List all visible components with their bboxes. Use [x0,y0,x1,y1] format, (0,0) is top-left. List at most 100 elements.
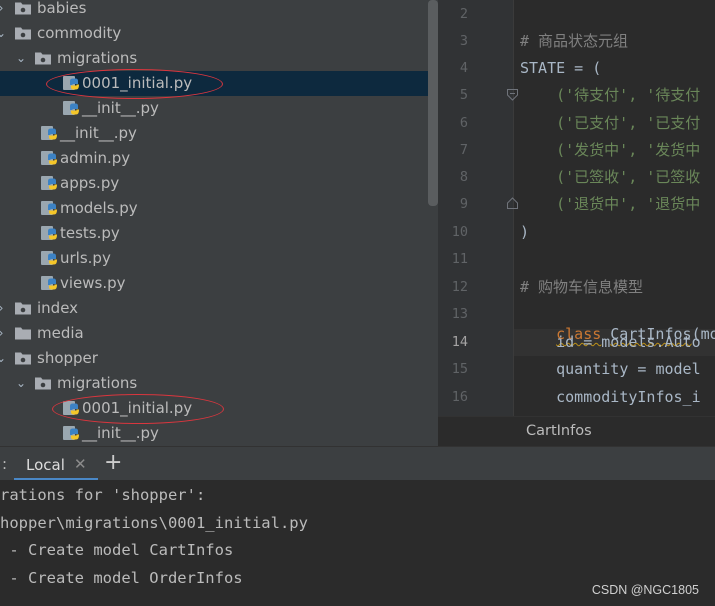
terminal-output[interactable]: rations for 'shopper': hopper\migrations… [0,480,715,606]
project-tree: ›babies⌄commodity⌄migrations0001_initial… [0,0,438,446]
chevron-down-icon[interactable]: ⌄ [0,24,8,42]
terminal-title-separator: : [2,455,8,473]
tree-item-label: views.py [60,274,126,292]
add-tab-icon[interactable]: + [104,450,122,476]
tree-item-label: __init__.py [60,124,137,142]
tree-item-init-py[interactable]: __init__.py [0,121,428,146]
line-number-current: 14 [451,334,468,350]
tree-item-migrations[interactable]: ⌄ migrations [0,371,428,396]
code-line: ('发货中', '发货中 [520,141,701,159]
line-number: 10 [451,224,468,240]
fold-marker-icon[interactable] [507,89,518,101]
python-file-icon [40,225,58,241]
highlight-ellipse-shopper-migration [52,394,224,424]
python-file-icon [40,250,58,266]
chevron-down-icon[interactable]: ⌄ [14,374,28,392]
tree-item-init-py[interactable]: __init__.py [0,421,428,446]
line-number: 15 [451,361,468,377]
tree-item-label: models.py [60,199,138,217]
line-number: 11 [451,251,468,267]
tree-item-admin-py[interactable]: admin.py [0,146,428,171]
code-comment: # 商品状态元组 [520,32,629,50]
line-number: 9 [459,196,468,212]
terminal-line: hopper\migrations\0001_initial.py [0,514,308,532]
close-icon[interactable]: ✕ [74,455,87,473]
tree-item-babies[interactable]: › babies [0,0,428,21]
code-line: quantity = model [520,360,701,378]
terminal-tab-bar: : Local ✕ + [0,446,715,481]
line-number: 6 [459,115,468,131]
code-line: id = models.Auto [520,333,701,351]
line-number: 8 [459,169,468,185]
watermark: CSDN @NGC1805 [591,583,699,597]
terminal-line: - Create model CartInfos [0,541,234,559]
python-file-icon [40,125,58,141]
terminal-line: rations for 'shopper': [0,486,206,504]
tree-item-shopper[interactable]: ⌄ shopper [0,346,428,371]
code-line: ) [520,223,530,241]
line-number: 7 [459,142,468,158]
tree-item-index[interactable]: › index [0,296,428,321]
line-number: 13 [451,306,468,322]
line-number: 4 [459,60,468,76]
package-folder-icon [14,25,32,41]
tree-item-apps-py[interactable]: apps.py [0,171,428,196]
line-number: 5 [459,87,468,103]
tree-item-commodity[interactable]: ⌄ commodity [0,21,428,46]
python-file-icon [40,175,58,191]
tree-item-label: __init__.py [82,99,159,117]
tree-item-label: migrations [57,49,138,67]
tree-item-label: commodity [37,24,122,42]
tab-local-label: Local [26,456,65,474]
package-folder-icon [14,300,32,316]
tree-item-init-py[interactable]: __init__.py [0,96,428,121]
python-file-icon [40,200,58,216]
fold-marker-icon[interactable] [507,197,518,209]
breadcrumb-class[interactable]: CartInfos [526,423,592,439]
tree-item-models-py[interactable]: models.py [0,196,428,221]
chevron-right-icon[interactable]: › [0,299,8,317]
chevron-down-icon[interactable]: ⌄ [14,49,28,67]
tree-item-media[interactable]: › media [0,321,428,346]
terminal-line: - Create model OrderInfos [0,569,243,587]
chevron-right-icon[interactable]: › [0,0,8,17]
highlight-ellipse-commodity-migration [46,69,223,99]
tree-item-label: tests.py [60,224,120,242]
code-line: ('已支付', '已支付 [520,114,701,132]
chevron-right-icon[interactable]: › [0,324,8,342]
line-number: 2 [459,6,468,22]
tree-item-label: babies [37,0,87,17]
tab-local[interactable]: Local ✕ [14,449,98,481]
tree-item-label: urls.py [60,249,111,267]
tree-item-label: migrations [57,374,138,392]
code-line: STATE = ( [520,59,602,77]
code-editor[interactable]: 2 3 4 5 6 7 8 9 10 11 12 13 14 15 16 # 商… [438,0,715,446]
editor-breadcrumb[interactable]: CartInfos [438,416,715,446]
code-line: ('待支付', '待支付 [520,86,701,104]
line-number: 16 [451,389,468,405]
folder-icon [14,325,32,341]
tree-item-label: __init__.py [82,424,159,442]
package-folder-icon [14,350,32,366]
python-file-icon [40,150,58,166]
chevron-down-icon[interactable]: ⌄ [0,349,8,367]
python-file-icon [62,100,80,116]
tree-item-migrations[interactable]: ⌄ migrations [0,46,428,71]
python-file-icon [62,425,80,441]
code-line: ('退货中', '退货中 [520,195,701,213]
line-number: 3 [459,33,468,49]
tree-item-views-py[interactable]: views.py [0,271,428,296]
tree-item-label: index [37,299,79,317]
code-comment: # 购物车信息模型 [520,278,644,296]
python-file-icon [40,275,58,291]
tree-item-tests-py[interactable]: tests.py [0,221,428,246]
code-line: ('已签收', '已签收 [520,168,701,186]
tree-item-label: admin.py [60,149,131,167]
tree-item-urls-py[interactable]: urls.py [0,246,428,271]
package-folder-icon [34,375,52,391]
tree-item-label: apps.py [60,174,120,192]
tree-item-label: media [37,324,84,342]
tree-scrollbar[interactable] [428,0,438,206]
package-folder-icon [34,50,52,66]
tree-item-label: shopper [37,349,98,367]
